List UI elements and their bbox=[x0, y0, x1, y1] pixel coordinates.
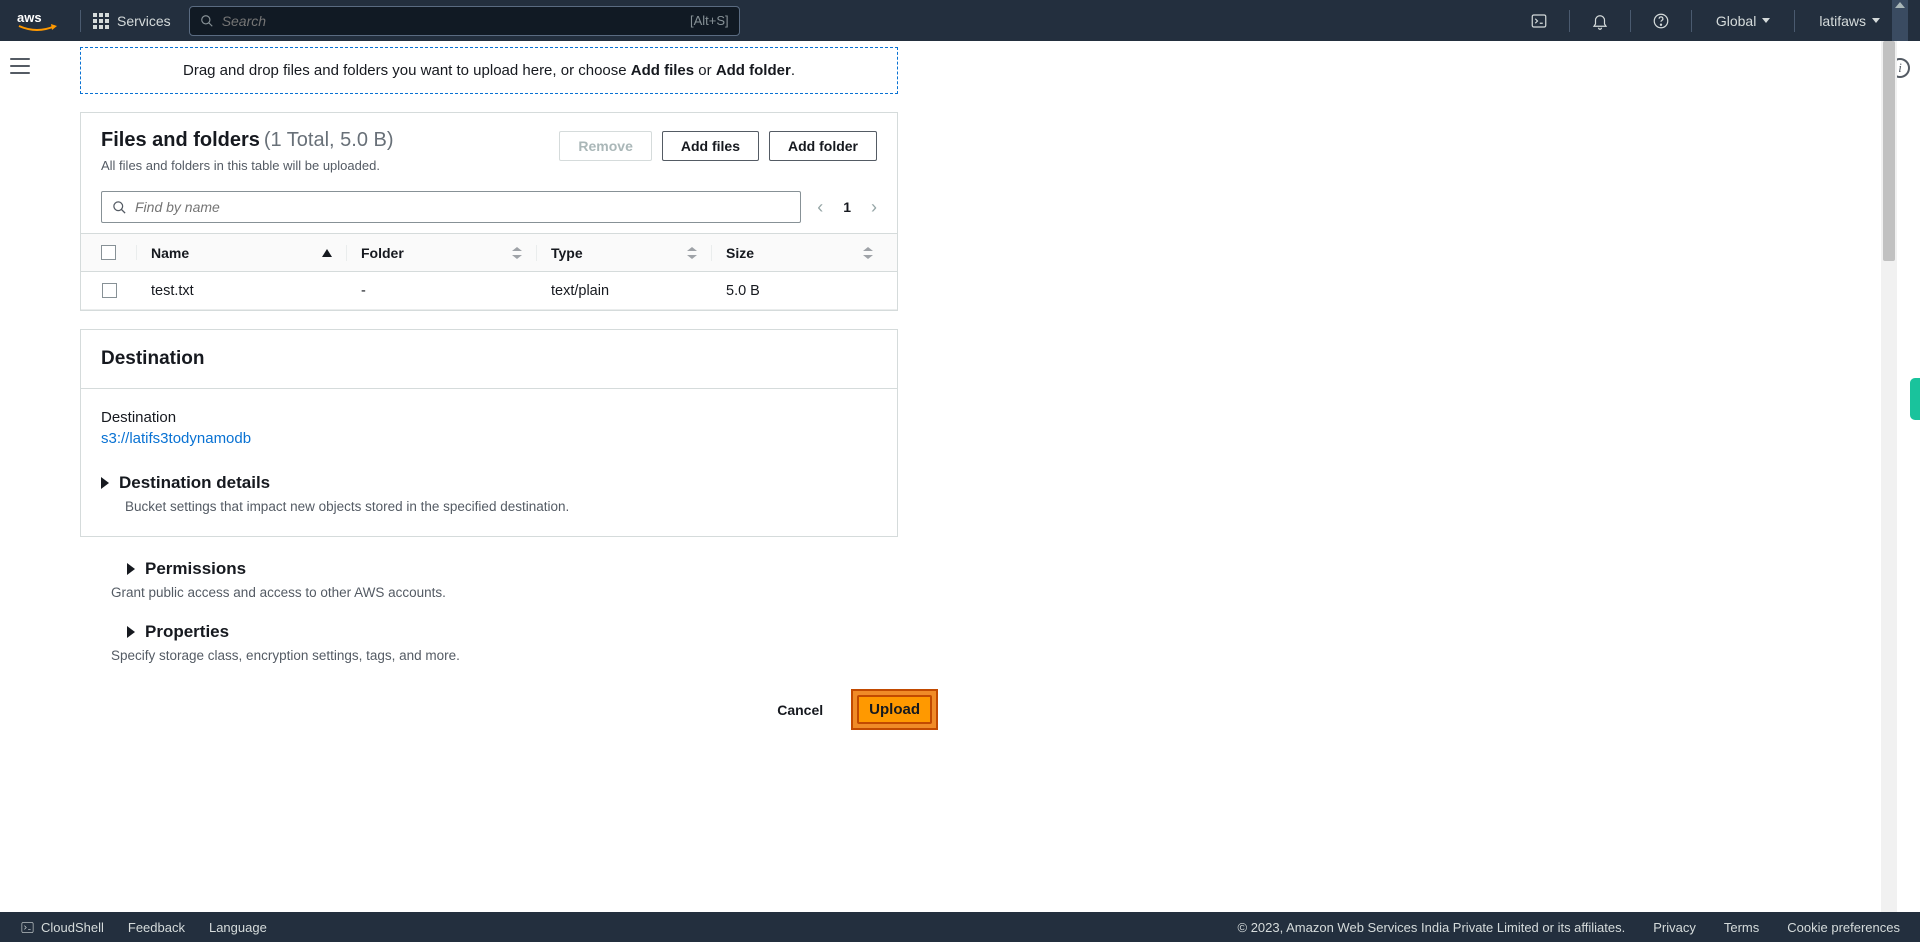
files-desc: All files and folders in this table will… bbox=[101, 158, 559, 173]
divider bbox=[1569, 10, 1570, 32]
permissions-expander[interactable]: Permissions bbox=[127, 559, 1510, 579]
notifications-icon[interactable] bbox=[1582, 12, 1618, 30]
search-icon bbox=[112, 200, 127, 215]
scrollbar-thumb[interactable] bbox=[1883, 41, 1895, 261]
divider bbox=[1691, 10, 1692, 32]
sort-icon bbox=[863, 247, 873, 259]
select-all-checkbox[interactable] bbox=[101, 245, 116, 260]
add-files-button[interactable]: Add files bbox=[662, 131, 759, 161]
privacy-link[interactable]: Privacy bbox=[1653, 920, 1696, 935]
find-input[interactable] bbox=[135, 199, 790, 215]
caret-right-icon bbox=[127, 563, 135, 575]
dropzone-add-folder: Add folder bbox=[716, 62, 791, 79]
caret-down-icon bbox=[1762, 18, 1770, 23]
files-title: Files and folders bbox=[101, 129, 260, 151]
prev-page[interactable]: ‹ bbox=[817, 197, 823, 218]
cookie-link[interactable]: Cookie preferences bbox=[1787, 920, 1900, 935]
services-menu[interactable]: Services bbox=[93, 13, 171, 29]
files-panel: Files and folders (1 Total, 5.0 B) All f… bbox=[80, 112, 898, 311]
search-shortcut: [Alt+S] bbox=[690, 13, 729, 28]
region-label: Global bbox=[1716, 13, 1756, 29]
help-icon[interactable] bbox=[1643, 12, 1679, 30]
cloudshell-link[interactable]: CloudShell bbox=[20, 920, 104, 935]
row-folder: - bbox=[361, 283, 366, 299]
nav-right: Global latifaws bbox=[1521, 10, 1892, 32]
account-menu[interactable]: latifaws bbox=[1807, 13, 1892, 29]
destination-panel: Destination Destination s3://latifs3tody… bbox=[80, 329, 898, 537]
dropzone-or: or bbox=[694, 62, 716, 79]
next-page[interactable]: › bbox=[871, 197, 877, 218]
terms-link[interactable]: Terms bbox=[1724, 920, 1759, 935]
table-row: test.txt - text/plain 5.0 B bbox=[81, 272, 897, 310]
destination-details-desc: Bucket settings that impact new objects … bbox=[125, 499, 877, 514]
upload-highlight: Upload bbox=[851, 689, 938, 730]
files-count: (1 Total, 5.0 B) bbox=[264, 129, 394, 151]
remove-button[interactable]: Remove bbox=[559, 131, 651, 161]
side-nav-toggle[interactable] bbox=[10, 58, 30, 74]
main-content: Drag and drop files and folders you want… bbox=[40, 41, 1880, 912]
dropzone-suffix: . bbox=[791, 62, 795, 79]
properties-desc: Specify storage class, encryption settin… bbox=[111, 648, 1510, 663]
search-input[interactable] bbox=[222, 13, 690, 29]
table-header: Name Folder Type Size bbox=[81, 234, 897, 272]
copyright: © 2023, Amazon Web Services India Privat… bbox=[1238, 920, 1626, 935]
destination-link[interactable]: s3://latifs3todynamodb bbox=[101, 430, 251, 447]
caret-right-icon bbox=[101, 477, 109, 489]
row-checkbox[interactable] bbox=[102, 283, 117, 298]
caret-right-icon bbox=[127, 626, 135, 638]
properties-title: Properties bbox=[145, 622, 229, 642]
col-name[interactable]: Name bbox=[137, 245, 347, 261]
cancel-button[interactable]: Cancel bbox=[767, 689, 833, 730]
top-nav: aws Services [Alt+S] Global latifaws bbox=[0, 0, 1920, 41]
global-search[interactable]: [Alt+S] bbox=[189, 6, 740, 36]
feedback-link[interactable]: Feedback bbox=[128, 920, 185, 935]
current-page: 1 bbox=[843, 199, 851, 215]
scroll-up-button[interactable] bbox=[1892, 0, 1908, 41]
row-name: test.txt bbox=[151, 283, 194, 299]
add-folder-button[interactable]: Add folder bbox=[769, 131, 877, 161]
search-icon bbox=[200, 14, 214, 28]
upload-dropzone[interactable]: Drag and drop files and folders you want… bbox=[80, 47, 898, 94]
sort-icon bbox=[687, 247, 697, 259]
destination-details-expander[interactable]: Destination details bbox=[101, 473, 877, 493]
services-label: Services bbox=[117, 13, 171, 29]
cloudshell-icon[interactable] bbox=[1521, 12, 1557, 30]
col-folder[interactable]: Folder bbox=[347, 245, 537, 261]
sort-asc-icon bbox=[322, 249, 332, 257]
destination-label: Destination bbox=[101, 409, 877, 426]
scrollbar-track[interactable] bbox=[1881, 41, 1897, 912]
upload-button[interactable]: Upload bbox=[857, 695, 932, 724]
divider bbox=[1630, 10, 1631, 32]
dropzone-add-files: Add files bbox=[631, 62, 694, 79]
left-rail bbox=[0, 41, 40, 912]
properties-expander[interactable]: Properties bbox=[127, 622, 1510, 642]
row-size: 5.0 B bbox=[726, 283, 760, 299]
caret-down-icon bbox=[1872, 18, 1880, 23]
destination-heading: Destination bbox=[81, 330, 897, 389]
footer: CloudShell Feedback Language © 2023, Ama… bbox=[0, 912, 1920, 942]
language-link[interactable]: Language bbox=[209, 920, 267, 935]
svg-text:aws: aws bbox=[17, 10, 42, 25]
permissions-title: Permissions bbox=[145, 559, 246, 579]
divider bbox=[80, 10, 81, 32]
sort-icon bbox=[512, 247, 522, 259]
feedback-tab[interactable] bbox=[1910, 378, 1920, 420]
aws-logo[interactable]: aws bbox=[16, 9, 58, 33]
divider bbox=[1794, 10, 1795, 32]
find-by-name[interactable] bbox=[101, 191, 801, 223]
pagination: ‹ 1 › bbox=[817, 197, 877, 218]
account-label: latifaws bbox=[1819, 13, 1866, 29]
dropzone-text-prefix: Drag and drop files and folders you want… bbox=[183, 62, 631, 79]
permissions-desc: Grant public access and access to other … bbox=[111, 585, 1510, 600]
page-actions: Cancel Upload bbox=[80, 663, 938, 744]
col-type[interactable]: Type bbox=[537, 245, 712, 261]
row-type: text/plain bbox=[551, 283, 609, 299]
files-table: Name Folder Type Size test.txt - text/pl… bbox=[81, 233, 897, 310]
grid-icon bbox=[93, 13, 109, 29]
destination-details-title: Destination details bbox=[119, 473, 270, 493]
region-selector[interactable]: Global bbox=[1704, 13, 1782, 29]
col-size[interactable]: Size bbox=[712, 245, 887, 261]
